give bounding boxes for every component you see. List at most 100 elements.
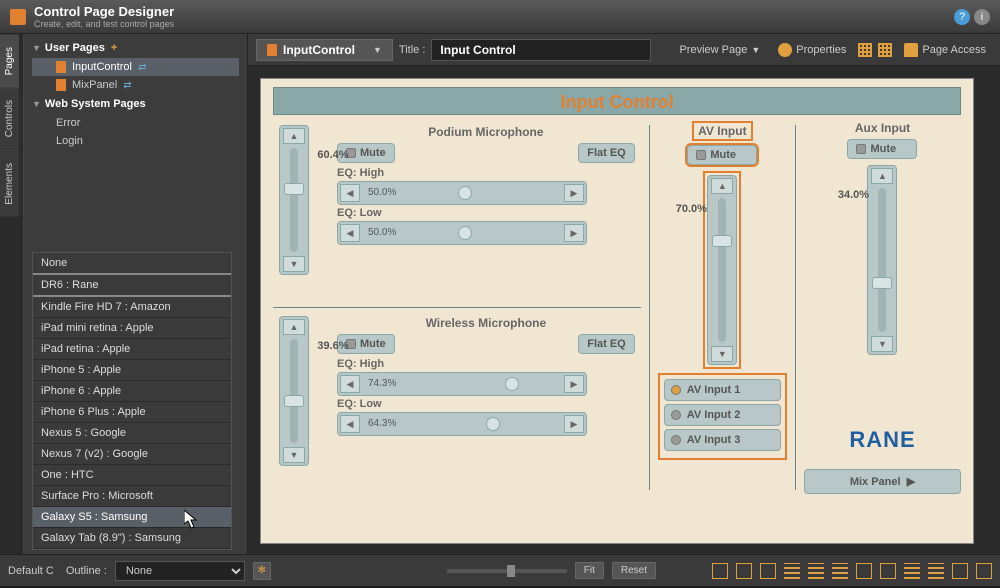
- link-icon: ⇄: [138, 62, 146, 73]
- side-tab-pages[interactable]: Pages: [0, 34, 19, 87]
- tree-item-error[interactable]: Error: [32, 114, 239, 132]
- gear-icon[interactable]: ✻: [253, 562, 271, 580]
- mix-panel-button[interactable]: Mix Panel ▶: [804, 469, 961, 494]
- align-icon[interactable]: [760, 563, 776, 579]
- aux-mute-button[interactable]: Mute: [847, 139, 917, 159]
- tree-item-login[interactable]: Login: [32, 132, 239, 150]
- podium-flateq-button[interactable]: Flat EQ: [578, 143, 635, 163]
- page-icon: [267, 44, 277, 56]
- page-title: Input Control: [273, 87, 961, 115]
- canvas-toolbar: InputControl ▼ Title : Preview Page ▼ Pr…: [248, 34, 1000, 66]
- titlebar: Control Page Designer Create, edit, and …: [0, 0, 1000, 34]
- wireless-flateq-button[interactable]: Flat EQ: [578, 334, 635, 354]
- page-surface[interactable]: Input Control ▲ ▼: [260, 78, 974, 544]
- properties-button[interactable]: Properties: [772, 41, 852, 59]
- podium-eq-high-slider[interactable]: ◀ 50.0% ▶: [337, 181, 587, 205]
- wireless-eq-low-slider[interactable]: ◀ 64.3% ▶: [337, 412, 587, 436]
- size-icon[interactable]: [976, 563, 992, 579]
- link-icon: ⇄: [123, 80, 131, 91]
- chevron-down-icon[interactable]: ▼: [373, 45, 382, 55]
- wireless-title: Wireless Microphone: [337, 316, 635, 330]
- device-item[interactable]: iPad mini retina : Apple: [33, 318, 231, 339]
- device-item[interactable]: Galaxy S5 : Samsung: [33, 507, 231, 528]
- device-item[interactable]: None: [33, 253, 231, 275]
- zoom-slider[interactable]: [447, 569, 567, 573]
- help-icon[interactable]: ?: [954, 9, 970, 25]
- up-arrow-icon[interactable]: ▲: [283, 319, 305, 335]
- title-input[interactable]: [431, 39, 651, 61]
- device-item[interactable]: iPhone 6 : Apple: [33, 381, 231, 402]
- side-tab-controls[interactable]: Controls: [0, 87, 19, 149]
- outline-label: Outline :: [66, 565, 107, 577]
- app-icon: [10, 9, 26, 25]
- aux-input-title: Aux Input: [804, 121, 961, 135]
- device-item[interactable]: Surface Pro : Microsoft: [33, 486, 231, 507]
- device-item[interactable]: iPhone 6 Plus : Apple: [33, 402, 231, 423]
- tree-item-mixpanel[interactable]: MixPanel ⇄: [32, 76, 239, 94]
- outline-select[interactable]: None: [115, 561, 245, 581]
- grid-icon[interactable]: [878, 43, 892, 57]
- left-arrow-icon[interactable]: ◀: [340, 184, 360, 202]
- device-item[interactable]: Kindle Fire HD 7 : Amazon: [33, 297, 231, 318]
- eq-high-label: EQ: High: [337, 167, 635, 179]
- av-option-2[interactable]: AV Input 2: [664, 404, 781, 426]
- left-panel: ▼ User Pages + InputControl ⇄ MixPanel ⇄…: [24, 34, 248, 554]
- default-label: Default C: [8, 565, 54, 577]
- info-icon[interactable]: i: [974, 9, 990, 25]
- device-item[interactable]: One : HTC: [33, 465, 231, 486]
- bottom-bar: Default C Outline : None ✻ Fit Reset: [0, 554, 1000, 586]
- user-pages-header[interactable]: ▼ User Pages +: [32, 38, 239, 58]
- right-arrow-icon[interactable]: ▶: [564, 184, 584, 202]
- align-icon[interactable]: [784, 563, 800, 579]
- device-item[interactable]: iPad retina : Apple: [33, 339, 231, 360]
- down-arrow-icon[interactable]: ▼: [711, 346, 733, 362]
- device-item[interactable]: Nexus 5 : Google: [33, 423, 231, 444]
- device-item[interactable]: DR6 : Rane: [33, 275, 231, 297]
- up-arrow-icon[interactable]: ▲: [871, 168, 893, 184]
- distribute-icon[interactable]: [928, 563, 944, 579]
- up-arrow-icon[interactable]: ▲: [283, 128, 305, 144]
- distribute-icon[interactable]: [904, 563, 920, 579]
- down-arrow-icon[interactable]: ▼: [871, 336, 893, 352]
- align-icon[interactable]: [736, 563, 752, 579]
- collapse-icon[interactable]: ▼: [32, 99, 41, 109]
- sys-pages-header[interactable]: ▼ Web System Pages: [32, 94, 239, 114]
- qr-icon[interactable]: [858, 43, 872, 57]
- av-option-3[interactable]: AV Input 3: [664, 429, 781, 451]
- fit-button[interactable]: Fit: [575, 562, 604, 579]
- av-input-title: AV Input: [692, 121, 752, 141]
- tree-item-inputcontrol[interactable]: InputControl ⇄: [32, 58, 239, 76]
- preview-page-button[interactable]: Preview Page ▼: [673, 42, 766, 58]
- podium-level-slider[interactable]: ▲ ▼: [279, 125, 309, 275]
- down-arrow-icon[interactable]: ▼: [283, 447, 305, 463]
- av-option-1[interactable]: AV Input 1: [664, 379, 781, 401]
- distribute-icon[interactable]: [856, 563, 872, 579]
- right-arrow-icon[interactable]: ▶: [564, 224, 584, 242]
- device-dropdown-list[interactable]: None DR6 : Rane Kindle Fire HD 7 : Amazo…: [32, 252, 232, 550]
- device-item[interactable]: Galaxy Tab (8.9") : Samsung: [33, 528, 231, 549]
- device-item[interactable]: iPhone 5 : Apple: [33, 360, 231, 381]
- align-icon[interactable]: [808, 563, 824, 579]
- reset-button[interactable]: Reset: [612, 562, 656, 579]
- lock-icon: [904, 43, 918, 57]
- side-tab-elements[interactable]: Elements: [0, 150, 19, 217]
- up-arrow-icon[interactable]: ▲: [711, 178, 733, 194]
- page-access-button[interactable]: Page Access: [898, 41, 992, 59]
- collapse-icon[interactable]: ▼: [32, 43, 41, 53]
- eq-low-label: EQ: Low: [337, 207, 635, 219]
- down-arrow-icon[interactable]: ▼: [283, 256, 305, 272]
- canvas-area: InputControl ▼ Title : Preview Page ▼ Pr…: [248, 34, 1000, 554]
- av-mute-button[interactable]: Mute: [687, 145, 757, 165]
- wireless-level-slider[interactable]: ▲ ▼: [279, 316, 309, 466]
- device-item[interactable]: Nexus 7 (v2) : Google: [33, 444, 231, 465]
- size-icon[interactable]: [952, 563, 968, 579]
- align-icon[interactable]: [712, 563, 728, 579]
- align-icon[interactable]: [832, 563, 848, 579]
- podium-eq-low-slider[interactable]: ◀ 50.0% ▶: [337, 221, 587, 245]
- wireless-eq-high-slider[interactable]: ◀ 74.3% ▶: [337, 372, 587, 396]
- left-arrow-icon[interactable]: ◀: [340, 224, 360, 242]
- add-page-icon[interactable]: +: [111, 42, 117, 54]
- wireless-level-value: 39.6%: [313, 340, 353, 352]
- active-page-tab[interactable]: InputControl ▼: [256, 39, 393, 61]
- distribute-icon[interactable]: [880, 563, 896, 579]
